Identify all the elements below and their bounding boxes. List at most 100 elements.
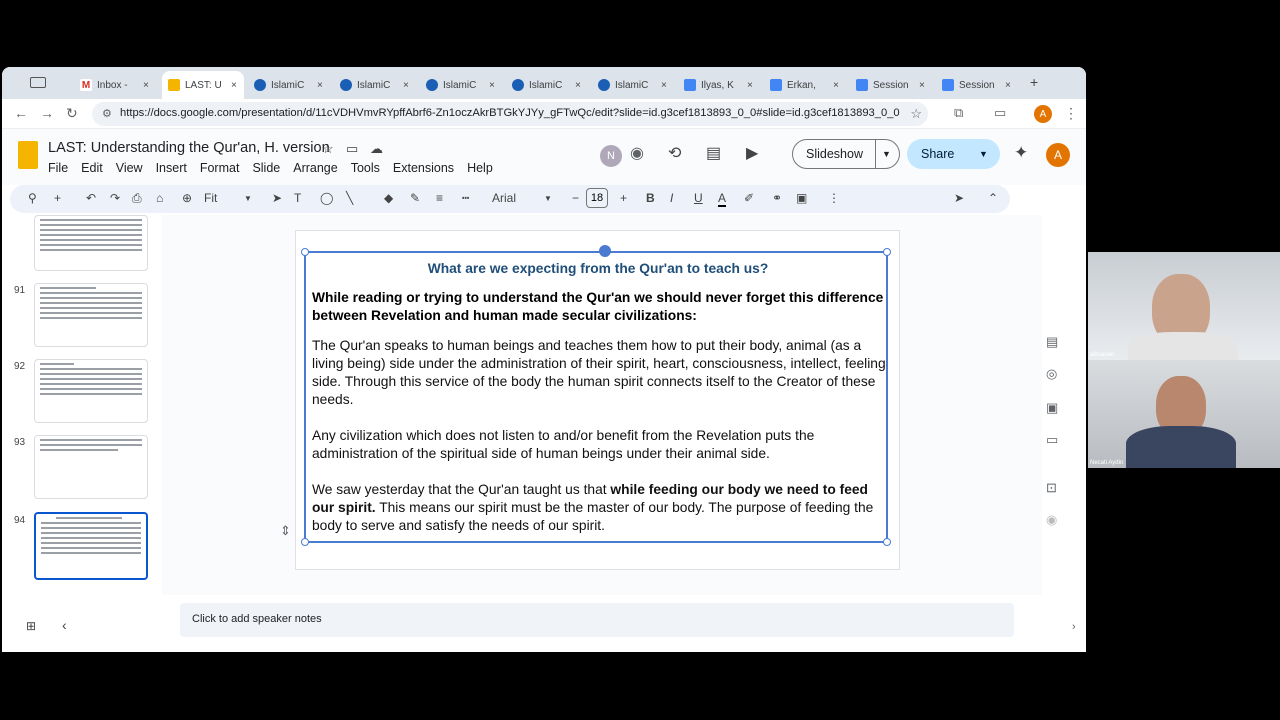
close-icon[interactable]: × (1005, 80, 1011, 91)
resize-handle[interactable] (301, 538, 309, 546)
account-avatar[interactable]: A (1046, 143, 1070, 167)
menu-view[interactable]: View (116, 161, 143, 175)
menu-arrange[interactable]: Arrange (293, 161, 337, 175)
pointer-mode-icon[interactable]: ➤ (954, 191, 964, 205)
more-icon[interactable]: ⋮ (828, 191, 840, 205)
search-menus-icon[interactable]: ⚲ (28, 191, 37, 205)
browser-tab[interactable]: Session × (850, 71, 932, 99)
contacts-icon[interactable]: ▣ (1046, 400, 1058, 416)
slide-thumbnail[interactable] (34, 283, 148, 347)
slideshow-button[interactable]: Slideshow ▼ (792, 139, 900, 169)
font-size-field[interactable]: 18 (586, 188, 608, 208)
chevron-down-icon[interactable]: ▼ (244, 194, 252, 203)
browser-tab[interactable]: IslamiC × (506, 71, 588, 99)
browser-tab[interactable]: Session × (936, 71, 1018, 99)
link-icon[interactable]: ⚭ (772, 191, 782, 205)
slide[interactable]: What are we expecting from the Qur'an to… (295, 230, 900, 570)
menu-file[interactable]: File (48, 161, 68, 175)
new-tab-icon[interactable]: + (1030, 74, 1038, 90)
chevron-down-icon[interactable]: ▼ (875, 140, 891, 168)
autofit-icon[interactable]: ⇕ (280, 523, 291, 539)
zoom-icon[interactable]: ⊕ (182, 191, 192, 205)
border-color-icon[interactable]: ✎ (410, 191, 420, 205)
menu-insert[interactable]: Insert (156, 161, 187, 175)
close-icon[interactable]: × (661, 80, 667, 91)
close-icon[interactable]: × (919, 80, 925, 91)
italic-icon[interactable]: I (670, 191, 673, 205)
rotate-handle[interactable] (599, 245, 611, 257)
meet-icon[interactable]: ▶ (746, 143, 758, 163)
menu-format[interactable]: Format (200, 161, 240, 175)
extensions-icon[interactable]: ⧉ (954, 105, 963, 121)
keep-icon[interactable]: ▤ (1046, 334, 1058, 350)
collapse-toolbar-icon[interactable]: ⌃ (988, 191, 998, 205)
border-weight-icon[interactable]: ≡ (436, 191, 443, 205)
profile-avatar[interactable]: A (1034, 105, 1052, 123)
bookmark-star-icon[interactable]: ☆ (910, 106, 922, 122)
browser-tab[interactable]: IslamiC × (248, 71, 330, 99)
bold-icon[interactable]: B (646, 191, 655, 205)
browser-tab[interactable]: IslamiC × (420, 71, 502, 99)
collapse-filmstrip-icon[interactable]: ‹ (62, 617, 67, 633)
drive-folder-icon[interactable]: ▭ (1046, 432, 1058, 448)
increase-font-icon[interactable]: + (620, 191, 627, 205)
shape-icon[interactable]: ◯ (320, 191, 333, 205)
resize-handle[interactable] (883, 538, 891, 546)
print-icon[interactable]: ⎙ (132, 191, 142, 206)
text-box-selected[interactable]: What are we expecting from the Qur'an to… (301, 245, 891, 546)
split-view-icon[interactable]: ▭ (994, 105, 1006, 121)
underline-icon[interactable]: U (694, 191, 703, 205)
url-field[interactable]: ⚙ https://docs.google.com/presentation/d… (92, 102, 928, 126)
gemini-icon[interactable]: ✦ (1014, 143, 1028, 163)
browser-tab[interactable]: IslamiC × (592, 71, 674, 99)
menu-edit[interactable]: Edit (81, 161, 103, 175)
select-icon[interactable]: ➤ (272, 191, 282, 205)
site-info-icon[interactable]: ⚙ (102, 107, 112, 120)
version-history-icon[interactable]: ⟲ (668, 143, 681, 163)
undo-icon[interactable]: ↶ (86, 191, 96, 205)
browser-menu-icon[interactable]: ⋮ (1064, 105, 1078, 122)
speaker-notes[interactable]: Click to add speaker notes (180, 603, 1014, 637)
paint-format-icon[interactable]: ⌂ (156, 191, 163, 205)
decrease-font-icon[interactable]: − (572, 191, 579, 205)
close-icon[interactable]: × (231, 80, 237, 91)
close-icon[interactable]: × (317, 80, 323, 91)
close-icon[interactable]: × (575, 80, 581, 91)
resize-handle[interactable] (883, 248, 891, 256)
menu-extensions[interactable]: Extensions (393, 161, 454, 175)
line-icon[interactable]: ╲ (346, 191, 353, 205)
text-box-icon[interactable]: T (294, 191, 301, 205)
close-icon[interactable]: × (489, 80, 495, 91)
chevron-down-icon[interactable]: ▼ (979, 149, 988, 159)
redo-icon[interactable]: ↷ (110, 191, 120, 205)
new-slide-icon[interactable]: + (54, 191, 61, 205)
cloud-status-icon[interactable]: ☁ (370, 141, 383, 157)
close-icon[interactable]: × (143, 80, 149, 91)
browser-tab[interactable]: M Inbox - × (74, 71, 156, 99)
side-panel-toggle-icon[interactable]: › (1072, 621, 1076, 633)
slide-thumbnail-selected[interactable] (34, 512, 148, 580)
menu-slide[interactable]: Slide (252, 161, 280, 175)
slide-thumbnail[interactable] (34, 435, 148, 499)
zoom-select[interactable]: Fit (204, 191, 217, 205)
back-icon[interactable]: ← (14, 105, 28, 121)
tasks-icon[interactable]: ◎ (1046, 366, 1057, 382)
grid-view-icon[interactable]: ⊞ (26, 619, 36, 633)
fill-color-icon[interactable]: ◆ (384, 191, 393, 205)
collaborator-avatar[interactable]: N (600, 145, 622, 167)
browser-tab[interactable]: IslamiC × (334, 71, 416, 99)
menu-help[interactable]: Help (467, 161, 493, 175)
slides-logo[interactable] (18, 141, 38, 169)
browser-tab[interactable]: LAST: U × (162, 71, 244, 99)
close-icon[interactable]: × (833, 80, 839, 91)
tab-search-icon[interactable] (30, 77, 46, 88)
slide-thumbnail[interactable] (34, 359, 148, 423)
resize-handle[interactable] (301, 248, 309, 256)
text-color-icon[interactable]: A (718, 191, 727, 207)
star-icon[interactable]: ☆ (322, 141, 334, 157)
share-button[interactable]: Share ▼ (907, 139, 1000, 169)
more-addons-icon[interactable]: ◉ (1046, 512, 1057, 528)
highlight-icon[interactable]: ✐ (744, 191, 754, 205)
chevron-down-icon[interactable]: ▼ (544, 194, 552, 203)
border-dash-icon[interactable]: ┅ (462, 191, 469, 205)
